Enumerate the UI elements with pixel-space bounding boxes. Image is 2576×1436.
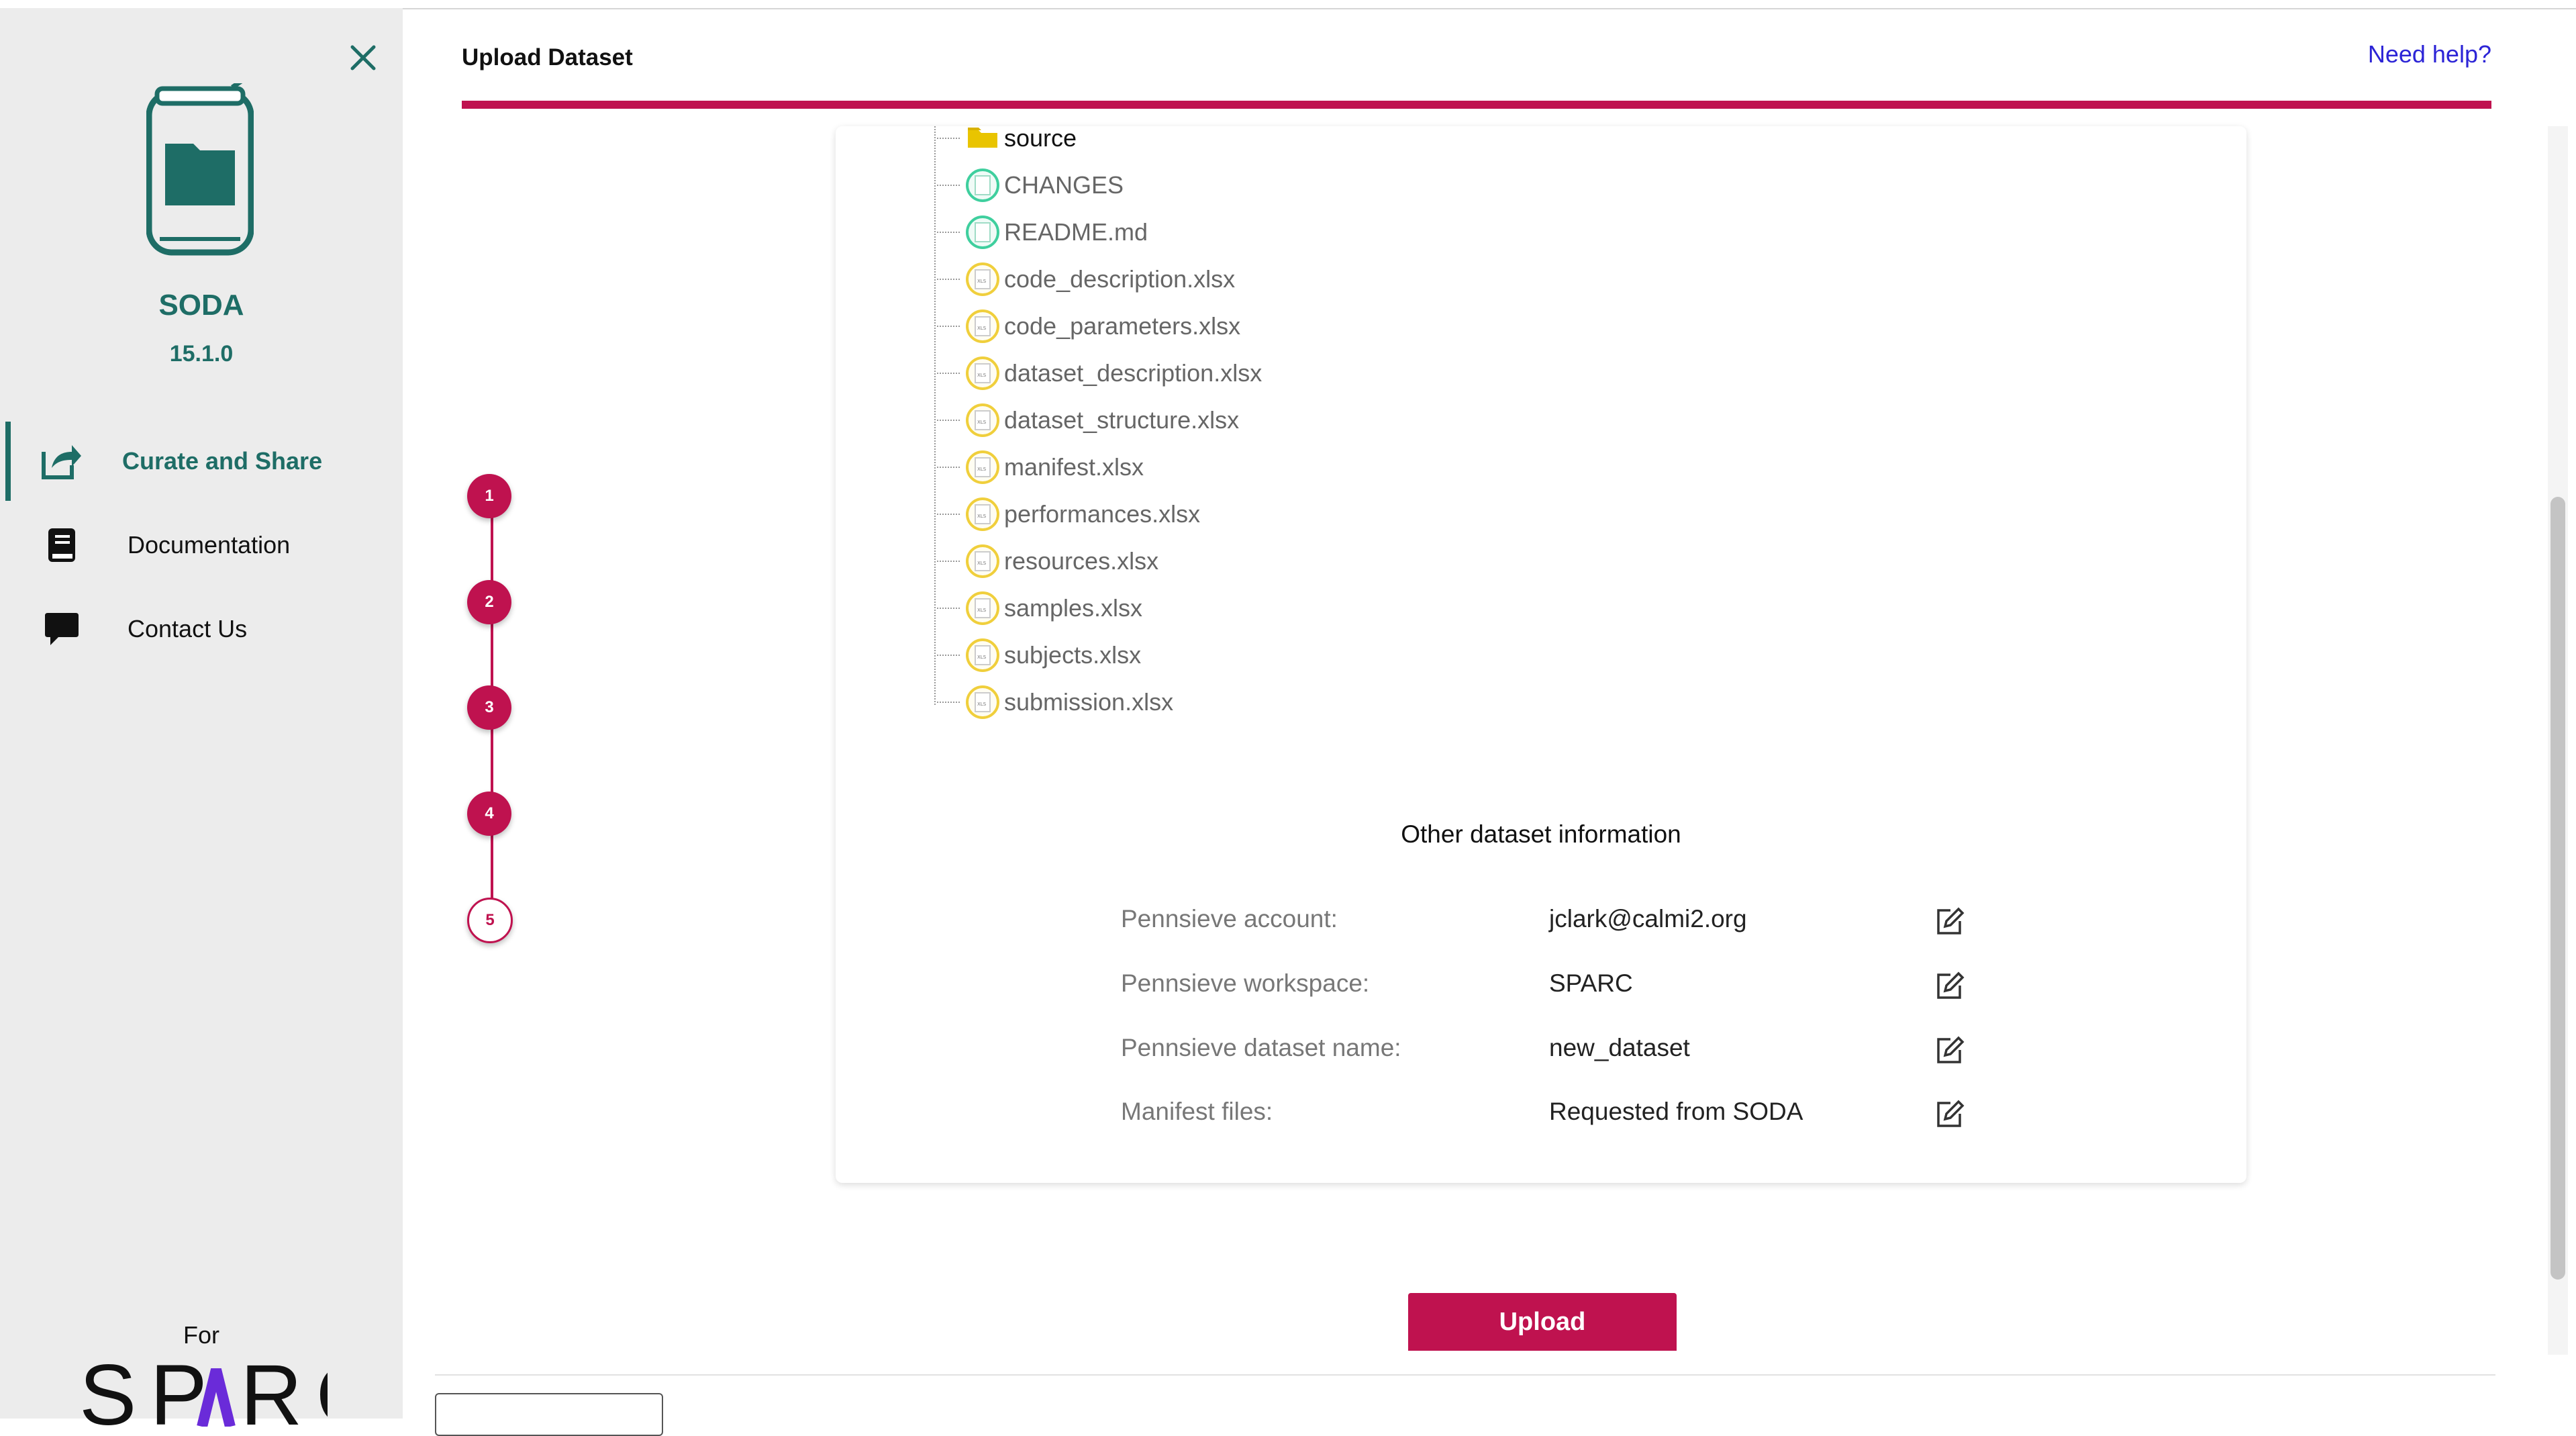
tree-item-name: source xyxy=(1004,124,1077,152)
tree-item-file[interactable]: XLS dataset_structure.xlsx xyxy=(937,400,1239,440)
tree-item-name: manifest.xlsx xyxy=(1004,453,1144,481)
sparc-for-label: For xyxy=(183,1321,219,1349)
edit-icon[interactable] xyxy=(1933,1098,1965,1130)
tree-connector xyxy=(937,561,960,562)
tree-connector xyxy=(937,420,960,421)
spreadsheet-file-icon: XLS xyxy=(964,683,1001,721)
tree-connector xyxy=(937,138,960,139)
folder-icon xyxy=(964,119,1001,157)
edit-icon[interactable] xyxy=(1933,905,1965,937)
page-title: Upload Dataset xyxy=(462,44,633,70)
spreadsheet-file-icon: XLS xyxy=(964,448,1001,486)
tree-item-name: code_description.xlsx xyxy=(1004,265,1236,293)
back-button[interactable] xyxy=(435,1393,663,1436)
spreadsheet-file-icon: XLS xyxy=(964,401,1001,439)
tree-connector xyxy=(937,185,960,186)
spreadsheet-file-icon: XLS xyxy=(964,307,1001,345)
tree-item-name: code_parameters.xlsx xyxy=(1004,312,1241,340)
tree-item-file[interactable]: XLS performances.xlsx xyxy=(937,494,1200,534)
step-5[interactable]: 5 xyxy=(467,898,513,943)
spreadsheet-file-icon: XLS xyxy=(964,495,1001,533)
tree-connector xyxy=(937,326,960,327)
tree-connector xyxy=(937,373,960,374)
tree-item-file[interactable]: XLS submission.xlsx xyxy=(937,682,1173,722)
close-icon[interactable] xyxy=(346,40,381,75)
spreadsheet-file-icon: XLS xyxy=(964,260,1001,298)
sidebar-item-curate-and-share[interactable]: Curate and Share xyxy=(0,424,403,498)
chat-bubble-icon xyxy=(40,608,83,651)
tree-item-file[interactable]: CHANGES xyxy=(937,165,1124,205)
tree-item-name: resources.xlsx xyxy=(1004,547,1159,575)
sidebar: SODA 15.1.0 Curate and Share Documentati… xyxy=(0,8,403,1427)
spreadsheet-file-icon: XLS xyxy=(964,589,1001,627)
info-label: Pennsieve account: xyxy=(1121,905,1338,932)
tree-item-name: dataset_description.xlsx xyxy=(1004,359,1262,387)
spreadsheet-file-icon: XLS xyxy=(964,636,1001,674)
spreadsheet-file-icon: XLS xyxy=(964,542,1001,580)
tree-item-name: samples.xlsx xyxy=(1004,594,1143,622)
sidebar-item-contact-us[interactable]: Contact Us xyxy=(0,592,403,666)
tree-item-file[interactable]: README.md xyxy=(937,212,1148,252)
soda-can-logo xyxy=(146,83,254,256)
tree-connector xyxy=(937,655,960,656)
tree-guide-line xyxy=(934,126,936,705)
tree-item-file[interactable]: XLS dataset_description.xlsx xyxy=(937,353,1262,393)
tree-item-name: CHANGES xyxy=(1004,171,1124,199)
info-value: new_dataset xyxy=(1549,1034,1690,1061)
sidebar-item-label: Documentation xyxy=(128,531,291,559)
info-label: Pennsieve workspace: xyxy=(1121,969,1370,997)
scrollbar-thumb[interactable] xyxy=(2550,497,2565,1280)
tree-connector xyxy=(937,702,960,703)
sidebar-item-label: Contact Us xyxy=(128,615,248,642)
info-value: Requested from SODA xyxy=(1549,1098,1803,1125)
tree-item-folder[interactable]: source xyxy=(937,118,1077,158)
edit-icon[interactable] xyxy=(1933,969,1965,1002)
step-4[interactable]: 4 xyxy=(467,792,511,836)
tree-item-name: dataset_structure.xlsx xyxy=(1004,406,1240,434)
step-2[interactable]: 2 xyxy=(467,580,511,624)
upload-button[interactable]: Upload xyxy=(1408,1293,1677,1351)
info-label: Pennsieve dataset name: xyxy=(1121,1034,1401,1061)
step-3[interactable]: 3 xyxy=(467,685,511,730)
sparc-logo: SP RC xyxy=(79,1355,328,1427)
share-icon xyxy=(40,440,83,483)
section-title: Other dataset information xyxy=(1401,820,1681,848)
tree-connector xyxy=(937,467,960,468)
tree-item-file[interactable]: XLS subjects.xlsx xyxy=(937,635,1141,675)
tree-item-file[interactable]: XLS samples.xlsx xyxy=(937,588,1142,628)
edit-icon[interactable] xyxy=(1933,1034,1965,1066)
footer-divider xyxy=(435,1374,2495,1376)
tree-connector xyxy=(937,232,960,233)
app-name: SODA xyxy=(158,289,244,322)
tree-item-name: README.md xyxy=(1004,218,1148,246)
tree-connector xyxy=(937,514,960,515)
svg-text:RC: RC xyxy=(240,1355,328,1427)
text-file-icon xyxy=(964,166,1001,204)
sidebar-item-label: Curate and Share xyxy=(122,447,323,475)
need-help-link[interactable]: Need help? xyxy=(2368,40,2491,68)
tree-connector xyxy=(937,608,960,609)
sidebar-item-documentation[interactable]: Documentation xyxy=(0,508,403,582)
tree-item-file[interactable]: XLS manifest.xlsx xyxy=(937,447,1144,487)
book-icon xyxy=(40,524,83,567)
tree-connector xyxy=(937,279,960,280)
tree-item-name: performances.xlsx xyxy=(1004,500,1201,528)
tree-item-name: subjects.xlsx xyxy=(1004,641,1142,669)
spreadsheet-file-icon: XLS xyxy=(964,354,1001,392)
text-file-icon xyxy=(964,213,1001,251)
header-divider xyxy=(462,101,2491,109)
app-version: 15.1.0 xyxy=(169,341,234,367)
tree-item-name: submission.xlsx xyxy=(1004,688,1174,716)
info-value: jclark@calmi2.org xyxy=(1549,905,1747,932)
tree-item-file[interactable]: XLS code_description.xlsx xyxy=(937,259,1235,299)
info-value: SPARC xyxy=(1549,969,1633,997)
step-1[interactable]: 1 xyxy=(467,474,511,518)
info-label: Manifest files: xyxy=(1121,1098,1273,1125)
tree-item-file[interactable]: XLS code_parameters.xlsx xyxy=(937,306,1240,346)
tree-item-file[interactable]: XLS resources.xlsx xyxy=(937,541,1158,581)
